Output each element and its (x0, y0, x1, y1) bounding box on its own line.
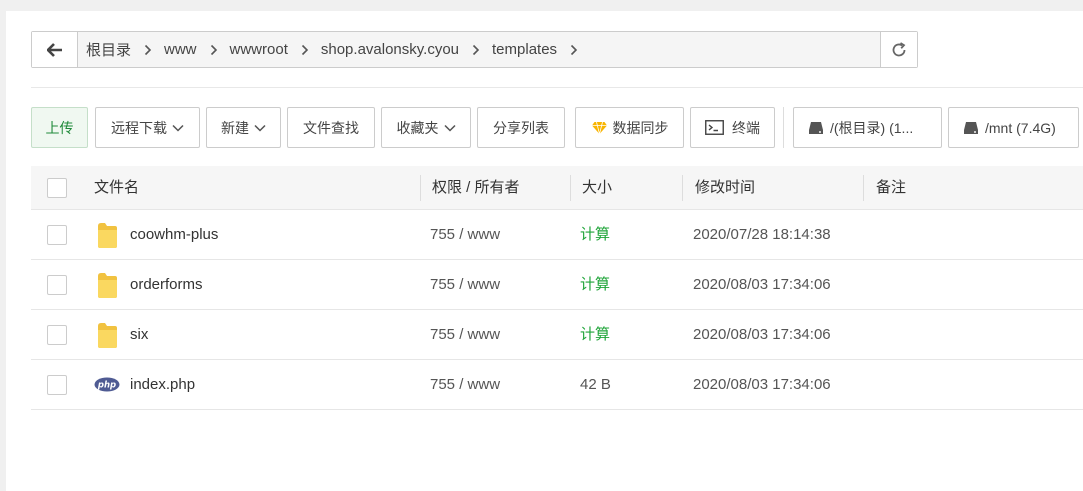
file-permission[interactable]: 755 / www (430, 360, 500, 410)
diamond-icon (591, 121, 607, 134)
table-row[interactable]: six 755 / www 计算 2020/08/03 17:34:06 (31, 310, 1083, 360)
favorites-label: 收藏夹 (396, 119, 439, 136)
favorites-button[interactable]: 收藏夹 (381, 107, 471, 148)
remote-download-button[interactable]: 远程下载 (95, 107, 200, 148)
file-size: 42 B (580, 376, 611, 393)
file-modified-time: 2020/08/03 17:34:06 (693, 276, 831, 293)
file-table-header: 文件名 权限 / 所有者 大小 修改时间 备注 (31, 166, 1083, 210)
file-size-calc[interactable]: 计算 (580, 310, 610, 360)
file-permission[interactable]: 755 / www (430, 260, 500, 310)
hard-drive-icon (809, 121, 823, 134)
file-size-calc[interactable]: 计算 (580, 210, 610, 260)
arrow-left-icon (46, 42, 62, 57)
chevron-down-icon (254, 124, 266, 132)
column-separator (682, 175, 683, 201)
breadcrumb-item-www[interactable]: www (164, 41, 197, 58)
terminal-button[interactable]: 终端 (690, 107, 775, 148)
new-label: 新建 (221, 119, 249, 136)
breadcrumb-item-site[interactable]: shop.avalonsky.cyou (321, 41, 459, 58)
header-size[interactable]: 大小 (582, 166, 612, 210)
disk-root-button[interactable]: /(根目录) (1... (793, 107, 942, 148)
terminal-icon (705, 120, 724, 135)
table-row[interactable]: orderforms 755 / www 计算 2020/08/03 17:34… (31, 260, 1083, 310)
table-row[interactable]: coowhm-plus 755 / www 计算 2020/07/28 18:1… (31, 210, 1083, 260)
folder-icon (98, 223, 117, 248)
breadcrumb-item-root[interactable]: 根目录 (86, 39, 131, 60)
upload-label: 上传 (45, 119, 74, 136)
chevron-down-icon (443, 124, 456, 132)
file-name[interactable]: six (130, 310, 148, 360)
file-name[interactable]: orderforms (130, 260, 203, 310)
select-all-checkbox[interactable] (47, 178, 67, 198)
sync-button[interactable]: 数据同步 (575, 107, 684, 148)
svg-text:php: php (97, 381, 116, 391)
share-list-label: 分享列表 (493, 119, 549, 136)
file-permission[interactable]: 755 / www (430, 210, 500, 260)
file-permission[interactable]: 755 / www (430, 310, 500, 360)
remote-download-label: 远程下载 (111, 119, 167, 136)
header-note: 备注 (876, 179, 907, 196)
terminal-label: 终端 (732, 119, 760, 136)
breadcrumb-item-templates[interactable]: templates (492, 41, 557, 58)
folder-icon (98, 323, 117, 348)
file-modified-time: 2020/08/03 17:34:06 (693, 376, 831, 393)
chevron-right-icon (144, 44, 152, 56)
php-file-icon: php (94, 377, 120, 392)
file-size-calc[interactable]: 计算 (580, 260, 610, 310)
refresh-button[interactable] (880, 32, 917, 67)
row-checkbox[interactable] (47, 275, 67, 295)
column-separator (570, 175, 571, 201)
chevron-right-icon (301, 44, 309, 56)
divider (31, 87, 1083, 88)
column-separator (420, 175, 421, 201)
path-bar: 根目录 www wwwroot shop.avalonsky.cyou temp… (31, 31, 918, 68)
header-permission[interactable]: 权限 / 所有者 (432, 166, 520, 210)
disk-root-label: /(根目录) (1... (830, 119, 914, 136)
file-modified-time: 2020/07/28 18:14:38 (693, 226, 831, 243)
header-filename[interactable]: 文件名 (94, 166, 139, 210)
file-search-button[interactable]: 文件查找 (287, 107, 375, 148)
chevron-down-icon (172, 124, 184, 132)
sync-label: 数据同步 (612, 119, 669, 136)
file-name[interactable]: index.php (130, 360, 195, 410)
share-list-button[interactable]: 分享列表 (477, 107, 565, 148)
disk-mnt-button[interactable]: /mnt (7.4G) (948, 107, 1079, 148)
chevron-right-icon (472, 44, 480, 56)
breadcrumb-item-wwwroot[interactable]: wwwroot (230, 41, 288, 58)
folder-icon (98, 273, 117, 298)
disk-mnt-label: /mnt (7.4G) (985, 119, 1056, 136)
table-row[interactable]: php index.php 755 / www 42 B 2020/08/03 … (31, 360, 1083, 410)
header-modified-time[interactable]: 修改时间 (695, 166, 755, 210)
toolbar-separator (783, 107, 784, 148)
chevron-right-icon (210, 44, 218, 56)
hard-drive-icon (964, 121, 978, 134)
refresh-icon (892, 41, 906, 56)
new-button[interactable]: 新建 (206, 107, 281, 148)
row-checkbox[interactable] (47, 325, 67, 345)
breadcrumb: 根目录 www wwwroot shop.avalonsky.cyou temp… (78, 32, 880, 67)
file-name[interactable]: coowhm-plus (130, 210, 218, 260)
row-checkbox[interactable] (47, 225, 67, 245)
file-search-label: 文件查找 (303, 119, 359, 136)
column-separator (863, 175, 864, 201)
back-button[interactable] (32, 32, 78, 67)
upload-button[interactable]: 上传 (31, 107, 88, 148)
row-checkbox[interactable] (47, 375, 67, 395)
file-modified-time: 2020/08/03 17:34:06 (693, 326, 831, 343)
chevron-right-icon[interactable] (570, 44, 578, 56)
